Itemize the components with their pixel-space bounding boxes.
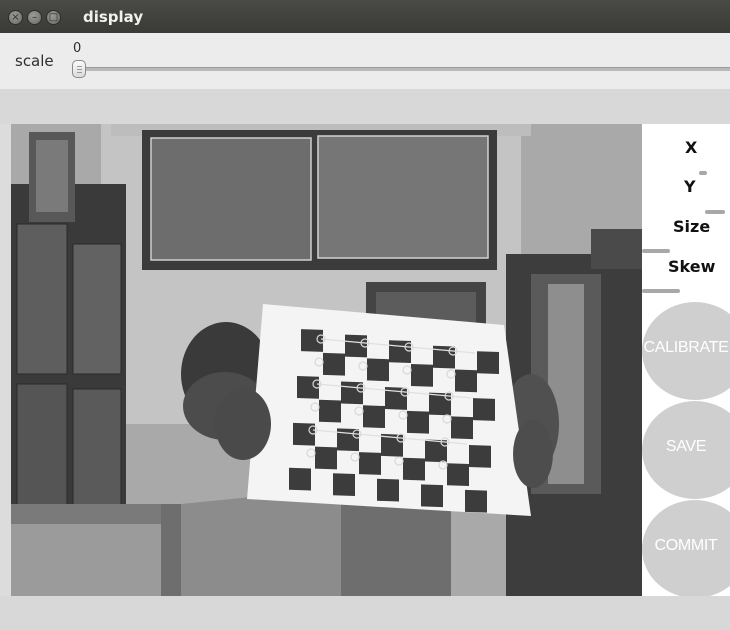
minimize-icon: – [32,12,37,23]
close-icon: × [11,12,20,23]
calibration-side-panel: X Y Size Skew CALIBRATE SAVE COMMIT [642,124,730,596]
calibrate-button-label: CALIBRATE [643,339,729,356]
skew-progress-bar [642,289,680,293]
camera-feed [11,124,642,596]
scale-slider-track[interactable] [80,67,730,71]
save-button[interactable]: SAVE [642,401,730,499]
minimize-button[interactable]: – [28,11,41,24]
maximize-icon: □ [48,12,59,23]
commit-button[interactable]: COMMIT [642,500,730,596]
trackbar-area [0,33,730,89]
x-label: X [685,138,698,157]
scale-slider-thumb[interactable] [72,60,86,78]
toolbar-spacer [0,89,730,124]
scale-value: 0 [73,41,82,56]
maximize-button[interactable]: □ [47,11,60,24]
size-label: Size [673,217,711,236]
y-label: Y [684,177,696,196]
camera-image [11,124,642,596]
left-margin [0,124,11,596]
bottom-status-area [0,596,730,630]
window-title: display [83,8,144,26]
x-progress-bar [699,171,707,175]
close-button[interactable]: × [9,11,22,24]
y-progress-bar [705,210,725,214]
skew-label: Skew [668,257,716,276]
calibrate-button[interactable]: CALIBRATE [642,302,730,400]
commit-button-label: COMMIT [654,537,718,554]
window-titlebar[interactable]: × – □ display [0,0,730,33]
size-progress-bar [642,249,670,253]
save-button-label: SAVE [665,438,707,455]
scale-label: scale [15,52,54,70]
